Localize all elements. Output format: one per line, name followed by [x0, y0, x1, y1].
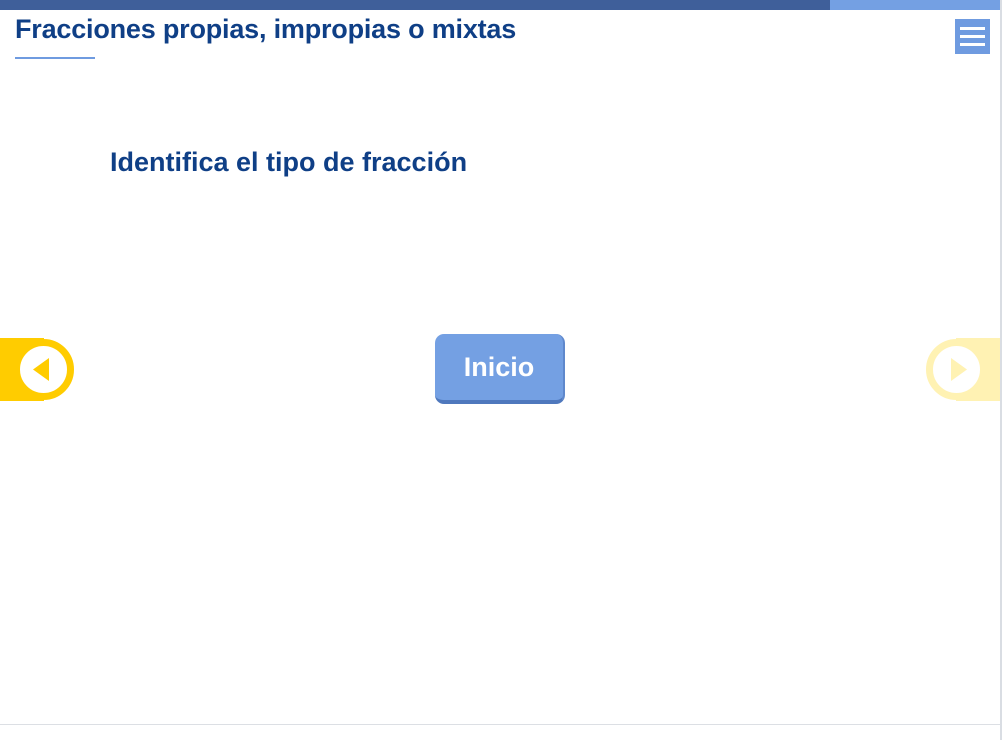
- activity-subtitle: Identifica el tipo de fracción: [110, 147, 468, 177]
- lesson-stage: Fracciones propias, impropias o mixtas I…: [0, 0, 1002, 740]
- chevron-right-icon: [951, 358, 967, 381]
- title-underline: [15, 57, 95, 59]
- hamburger-icon: [960, 27, 985, 30]
- hamburger-icon-bar: [960, 35, 985, 38]
- page-title: Fracciones propias, impropias o mixtas: [15, 14, 517, 44]
- next-button[interactable]: [925, 338, 1000, 401]
- start-button[interactable]: Inicio: [435, 334, 565, 404]
- chevron-left-icon: [33, 358, 49, 381]
- previous-button[interactable]: [0, 338, 75, 401]
- hamburger-icon-bar: [960, 43, 985, 46]
- menu-button[interactable]: [955, 19, 990, 54]
- progress-bar: [0, 0, 1000, 10]
- progress-bar-fill: [0, 0, 830, 10]
- bottom-divider: [0, 724, 1000, 725]
